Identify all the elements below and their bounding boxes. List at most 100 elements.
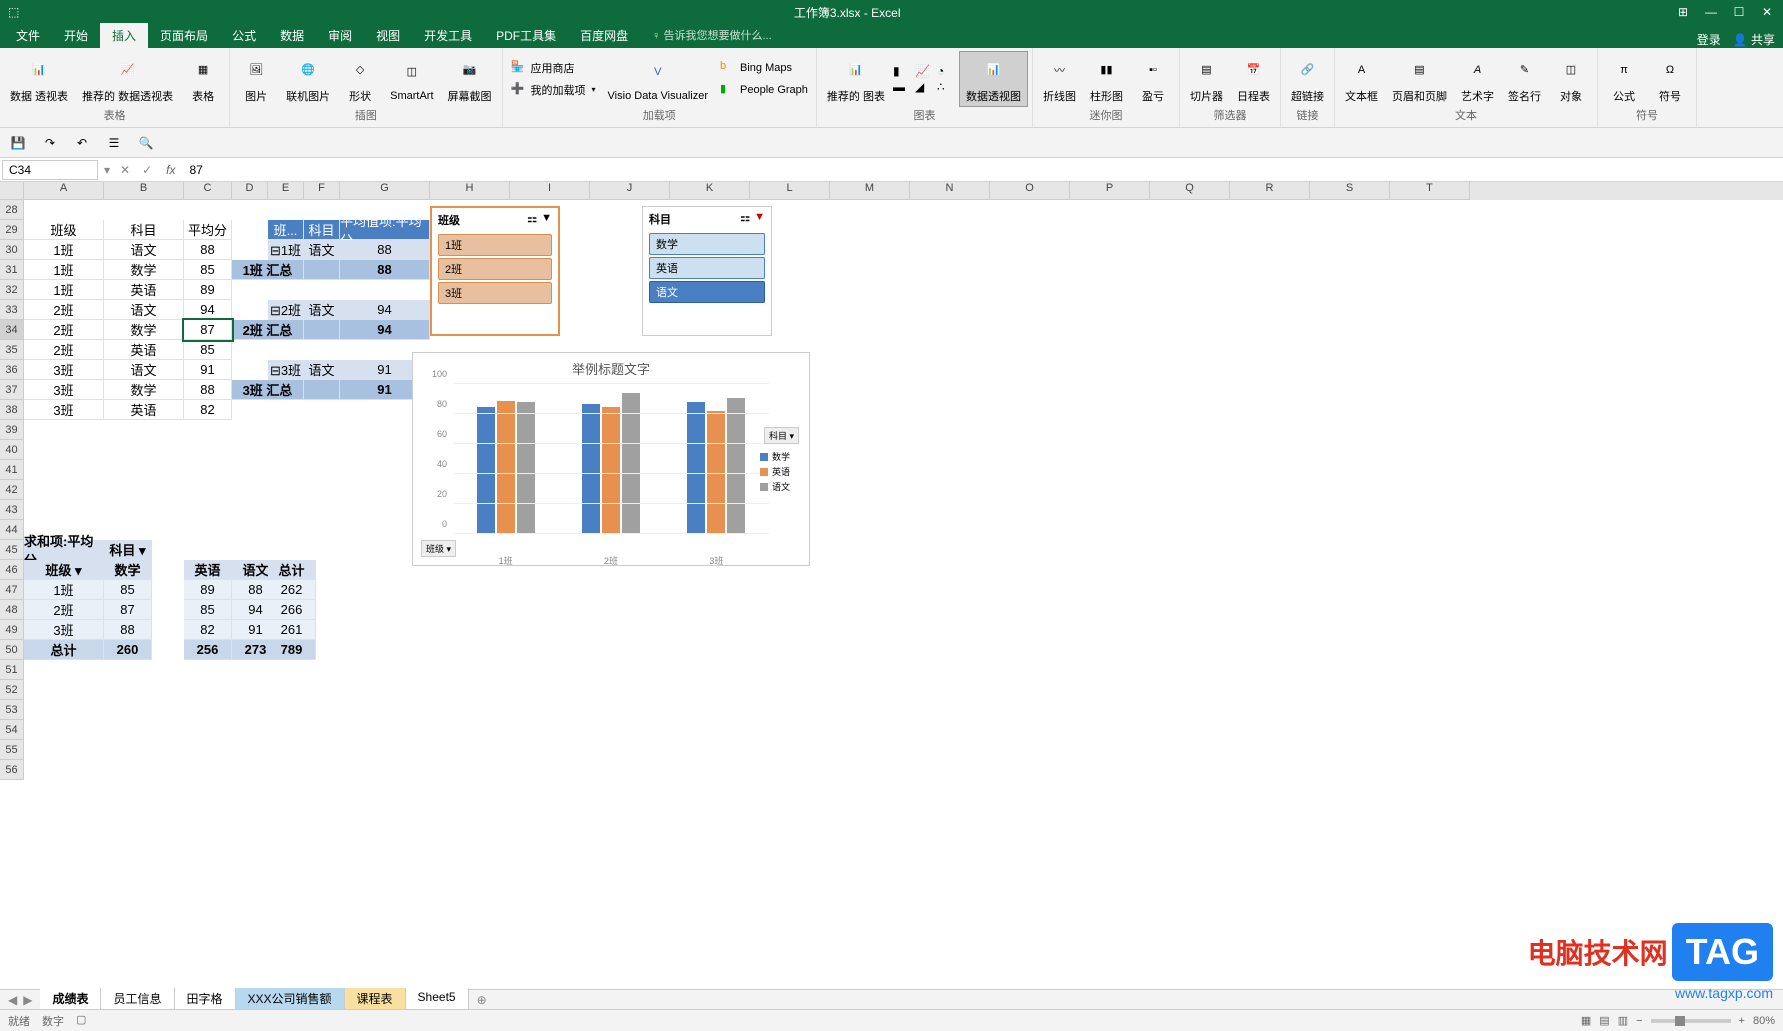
cell[interactable]: ⊟1班 [268,240,304,260]
row-header[interactable]: 44 [0,520,24,540]
row-header[interactable]: 51 [0,660,24,680]
row-header[interactable]: 31 [0,260,24,280]
chart-bar[interactable] [477,407,495,535]
cell[interactable]: 班... [268,220,304,240]
redo-icon[interactable]: ↷ [40,133,60,153]
legend-filter[interactable]: 科目 ▾ [764,427,799,444]
cell[interactable]: 1班 [24,280,104,300]
col-header[interactable]: E [268,182,304,200]
cell[interactable]: 3班 [24,400,104,420]
row-header[interactable]: 32 [0,280,24,300]
cell[interactable]: 82 [184,400,232,420]
cell[interactable]: 3班 [24,380,104,400]
chart-bar[interactable] [582,404,600,535]
cell[interactable] [304,380,340,400]
cell[interactable]: 语文 [304,300,340,320]
multi-select-icon[interactable]: ⚏ [740,211,750,227]
login-link[interactable]: 登录 [1697,31,1721,48]
tab-公式[interactable]: 公式 [220,23,268,48]
cell[interactable]: 平均分 [184,220,232,240]
cell[interactable]: 英语 [184,560,232,580]
minimize-icon[interactable]: — [1703,4,1719,20]
tab-PDF工具集[interactable]: PDF工具集 [484,23,568,48]
slicer-item[interactable]: 1班 [438,234,552,256]
slicer-item[interactable]: 3班 [438,282,552,304]
cell[interactable]: 数学 [104,560,152,580]
cell[interactable]: 班级 ▾ [24,560,104,580]
recommended-pivottable-button[interactable]: 📈推荐的 数据透视表 [76,52,179,106]
cell[interactable]: 2班 汇总 [232,320,304,340]
sheet-tab[interactable]: Sheet5 [406,988,469,1011]
col-header[interactable]: T [1390,182,1470,200]
tab-视图[interactable]: 视图 [364,23,412,48]
cell[interactable]: 85 [184,260,232,280]
row-header[interactable]: 30 [0,240,24,260]
zoom-in-icon[interactable]: + [1739,1015,1745,1027]
col-header[interactable]: O [990,182,1070,200]
cell[interactable]: 91 [184,360,232,380]
cell[interactable]: 1班 [24,260,104,280]
row-header[interactable]: 36 [0,360,24,380]
view-page-icon[interactable]: ▤ [1599,1014,1609,1027]
row-header[interactable]: 49 [0,620,24,640]
col-header[interactable]: S [1310,182,1390,200]
cell[interactable]: 789 [268,640,316,660]
legend-item[interactable]: 语文 [760,480,803,493]
cell[interactable]: ⊟3班 [268,360,304,380]
sheet-tab[interactable]: 员工信息 [101,988,174,1011]
scatter-chart-icon[interactable]: ∴ [937,80,957,94]
cell[interactable]: 94 [340,300,430,320]
col-header[interactable]: D [232,182,268,200]
preview-icon[interactable]: 🔍 [136,133,156,153]
cell[interactable]: 总计 [24,640,104,660]
chart-bar[interactable] [622,393,640,534]
cell[interactable]: 82 [184,620,232,640]
sheet-tab[interactable]: 田字格 [175,988,236,1011]
row-header[interactable]: 45 [0,540,24,560]
col-header[interactable]: M [830,182,910,200]
cell[interactable]: 语文 [304,360,340,380]
sheet-tab[interactable]: XXX公司销售额 [236,988,345,1011]
row-header[interactable]: 48 [0,600,24,620]
cell[interactable]: 平均值项:平均分 [340,220,430,240]
fx-icon[interactable]: fx [158,163,183,177]
col-header[interactable]: A [24,182,104,200]
col-header[interactable]: B [104,182,184,200]
header-footer-button[interactable]: ▤页眉和页脚 [1386,52,1453,106]
col-header[interactable]: Q [1150,182,1230,200]
pie-chart-icon[interactable]: ◔ [937,64,957,78]
pivot-chart[interactable]: 举例标题文字 020406080100 1班2班3班 科目 ▾ 数学英语语文 班… [412,352,810,566]
row-header[interactable]: 39 [0,420,24,440]
wordart-button[interactable]: A艺术字 [1455,52,1500,106]
row-header[interactable]: 55 [0,740,24,760]
share-button[interactable]: 👤 共享 [1733,31,1775,48]
column-chart-icon[interactable]: ▮ [893,64,913,78]
chart-bar[interactable] [602,407,620,535]
my-addins-button[interactable]: ➕我的加载项▾ [507,80,600,100]
cell[interactable]: 261 [268,620,316,640]
cell[interactable]: 266 [268,600,316,620]
row-header[interactable]: 43 [0,500,24,520]
cell[interactable]: 94 [184,300,232,320]
row-header[interactable]: 40 [0,440,24,460]
view-normal-icon[interactable]: ▦ [1581,1014,1591,1027]
sheet-tab[interactable]: 成绩表 [40,988,101,1011]
touch-mode-icon[interactable]: ☰ [104,133,124,153]
row-header[interactable]: 46 [0,560,24,580]
tab-插入[interactable]: 插入 [100,23,148,48]
col-header[interactable]: N [910,182,990,200]
row-header[interactable]: 29 [0,220,24,240]
cell[interactable]: 总计 [268,560,316,580]
legend-item[interactable]: 英语 [760,465,803,478]
cell[interactable]: 3班 汇总 [232,380,304,400]
row-header[interactable]: 54 [0,720,24,740]
cell[interactable]: 数学 [104,260,184,280]
smartart-button[interactable]: ◫SmartArt [384,54,439,104]
cell[interactable]: 班级 [24,220,104,240]
cell[interactable]: 262 [268,580,316,600]
cell[interactable]: 1班 [24,240,104,260]
signature-button[interactable]: ✎签名行 [1502,52,1547,106]
zoom-level[interactable]: 80% [1753,1015,1775,1027]
cell[interactable]: 88 [340,240,430,260]
slicer-subject[interactable]: 科目 ⚏▼ 数学英语语文 [642,206,772,336]
